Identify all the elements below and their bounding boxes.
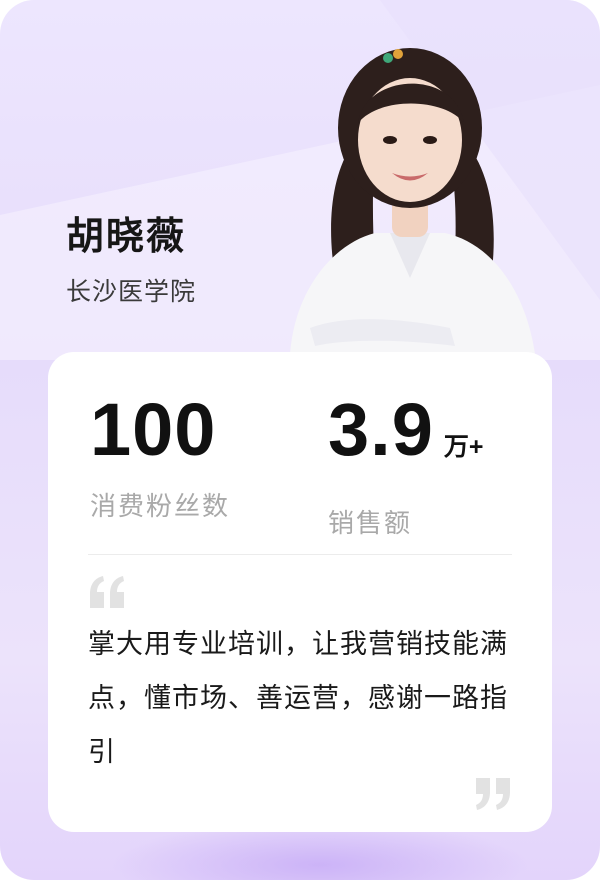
stat-fans-value: 100 xyxy=(90,388,217,471)
stat-fans-label: 消费粉丝数 xyxy=(90,492,231,522)
divider xyxy=(88,554,512,555)
stat-fans: 100 消费粉丝数 xyxy=(90,392,230,523)
student-name: 胡晓薇 xyxy=(66,214,187,258)
open-quote-icon xyxy=(90,576,124,608)
stat-sales-value-row: 3.9 万+ xyxy=(328,392,483,485)
close-quote-icon xyxy=(476,778,510,810)
testimonial-card: 胡晓薇 长沙医学院 100 消费粉丝数 3.9 万+ 销售额 掌大用专业培训，让… xyxy=(0,0,600,880)
stat-sales-label: 销售额 xyxy=(328,509,413,539)
stat-sales-unit: 万+ xyxy=(443,433,484,461)
stats-panel: 100 消费粉丝数 3.9 万+ 销售额 掌大用专业培训，让我营销技能满点，懂市… xyxy=(48,352,552,832)
stat-fans-value-row: 100 xyxy=(90,392,230,468)
student-portrait xyxy=(290,48,535,354)
testimonial-text: 掌大用专业培训，让我营销技能满点，懂市场、善运营，感谢一路指引 xyxy=(88,629,508,768)
stat-sales: 3.9 万+ 销售额 xyxy=(328,392,483,540)
stat-sales-value: 3.9 xyxy=(328,388,434,471)
student-school: 长沙医学院 xyxy=(66,277,197,306)
